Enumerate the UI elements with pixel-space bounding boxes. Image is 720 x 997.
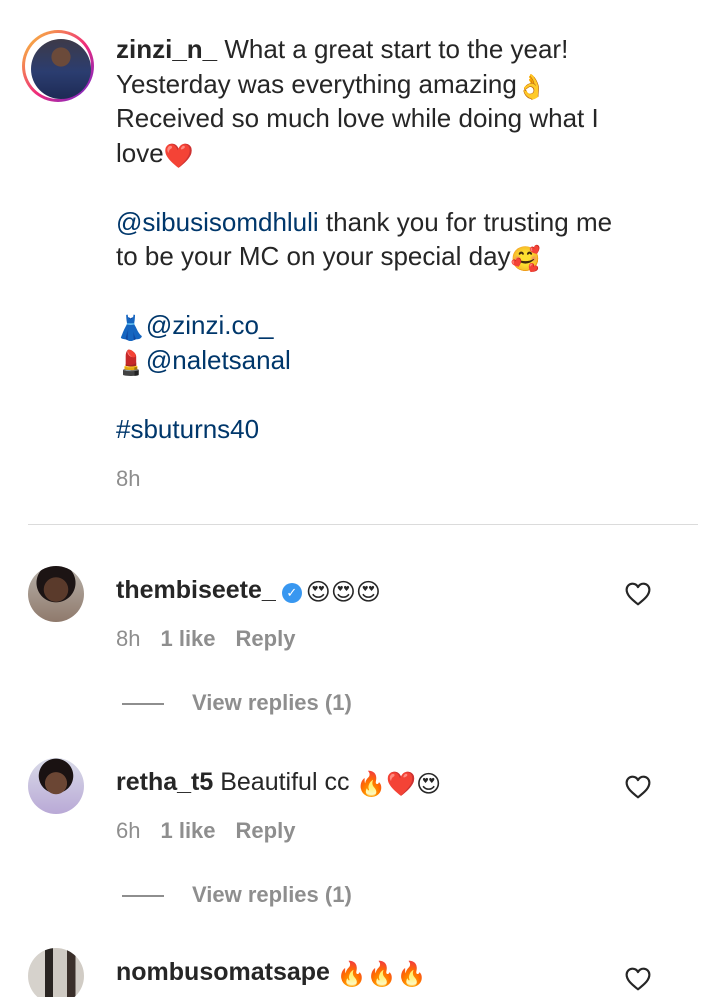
comment-timestamp: 6h <box>116 818 141 843</box>
caption-line-4: love❤️ <box>116 136 676 171</box>
heart-emoji-icon: ❤️ <box>163 142 194 170</box>
post-author-avatar[interactable] <box>31 39 91 99</box>
ok-hand-emoji-icon: 👌 <box>516 73 547 101</box>
caption-line-5: @sibusisomdhluli thank you for trusting … <box>116 205 676 240</box>
caption-gap <box>116 170 676 205</box>
caption-text-4: love <box>116 137 164 168</box>
caption-text-2: Yesterday was everything amazing <box>116 68 517 99</box>
commenter-username[interactable]: nombusomatsape <box>116 958 330 986</box>
view-replies-label: View replies (1) <box>192 882 352 907</box>
caption-text-1: What a great start to the year! <box>224 34 569 64</box>
mention-link[interactable]: @naletsanal <box>146 345 291 375</box>
reply-button[interactable]: Reply <box>236 626 296 651</box>
commenter-avatar[interactable] <box>28 948 84 997</box>
commenter-username[interactable]: retha_t5 <box>116 768 213 796</box>
comment-like-count[interactable]: 1 like <box>160 626 215 651</box>
hashtag-link[interactable]: #sbuturns40 <box>116 414 259 444</box>
post-timestamp: 8h <box>116 466 141 491</box>
commenter-username[interactable]: thembiseete_ <box>116 576 276 604</box>
comment-body: retha_t5 Beautiful cc 🔥❤️😍 <box>116 766 596 798</box>
dress-emoji-icon: 👗 <box>116 315 146 342</box>
caption-line-6: to be your MC on your special day🥰 <box>116 239 676 274</box>
lipstick-emoji-icon: 💄 <box>116 349 146 377</box>
view-replies-divider <box>122 895 164 897</box>
mention-link[interactable]: @zinzi.co_ <box>146 310 274 340</box>
caption-gap <box>116 377 676 412</box>
reply-button[interactable]: Reply <box>236 818 296 843</box>
comment-item: nombusomatsape 🔥🔥🔥 <box>0 948 720 997</box>
commenter-avatar[interactable] <box>28 566 84 622</box>
view-replies-label: View replies (1) <box>192 690 352 715</box>
comment-body: nombusomatsape 🔥🔥🔥 <box>116 956 596 988</box>
comment-meta: 6h 1 like Reply <box>116 818 315 844</box>
comment-body: thembiseete_ ✓ 😍😍😍 <box>116 574 596 606</box>
caption-text: zinzi_n_ What a great start to the year!… <box>116 32 676 446</box>
post-author-username[interactable]: zinzi_n_ <box>116 34 217 64</box>
verified-badge-icon: ✓ <box>281 583 302 603</box>
caption-text-5: thank you for trusting me <box>318 206 613 237</box>
caption-line-3: Received so much love while doing what I <box>116 101 676 136</box>
avatar-ring-inner <box>25 33 91 99</box>
caption-divider <box>28 524 698 525</box>
comment-timestamp: 8h <box>116 626 141 651</box>
heart-outline-icon[interactable] <box>625 967 651 991</box>
view-replies-divider <box>122 703 164 705</box>
view-replies-button[interactable]: View replies (1) <box>122 882 352 908</box>
heart-outline-icon[interactable] <box>625 775 651 799</box>
post-caption: zinzi_n_ What a great start to the year!… <box>0 0 720 525</box>
caption-line-2: Yesterday was everything amazing👌 <box>116 67 676 102</box>
comment-like-count[interactable]: 1 like <box>160 818 215 843</box>
comment-meta: 8h 1 like Reply <box>116 626 315 652</box>
post-author-avatar-ring[interactable] <box>22 30 94 102</box>
caption-gap <box>116 274 676 309</box>
caption-line-8: 💄@naletsanal <box>116 343 676 378</box>
caption-line-9: #sbuturns40 <box>116 412 676 447</box>
view-replies-button[interactable]: View replies (1) <box>122 690 352 716</box>
heart-eyes-emoji-icon: 😍😍😍 <box>305 579 381 606</box>
caption-text-3: Received so much love while doing what I <box>116 103 599 133</box>
caption-text-6: to be your MC on your special day <box>116 241 511 271</box>
caption-line-7: 👗@zinzi.co_ <box>116 308 676 343</box>
fire-heart-emoji-icon: 🔥❤️😍 <box>356 771 442 798</box>
comment-text: Beautiful cc <box>220 768 357 796</box>
mention-link[interactable]: @sibusisomdhluli <box>116 207 319 237</box>
heart-outline-icon[interactable] <box>625 582 651 606</box>
fire-emoji-icon: 🔥🔥🔥 <box>336 961 427 988</box>
caption-line-1: zinzi_n_ What a great start to the year! <box>116 32 676 67</box>
commenter-avatar[interactable] <box>28 758 84 814</box>
smiling-hearts-emoji-icon: 🥰 <box>510 246 541 273</box>
